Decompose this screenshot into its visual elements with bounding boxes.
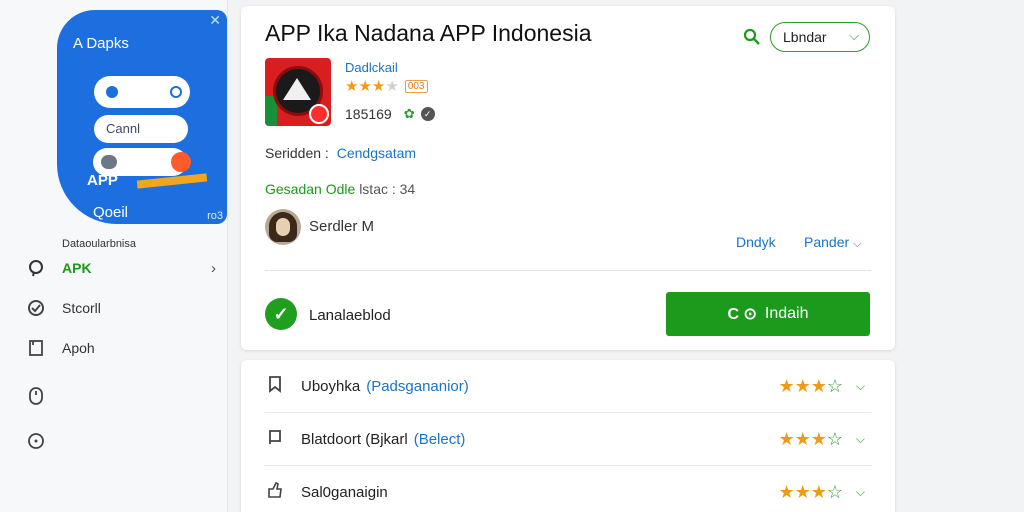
sidebar-item-clock[interactable]	[26, 428, 216, 454]
chevron-down-icon[interactable]: ⌵	[856, 379, 865, 394]
download-count-row: 185169 ✿ ✓	[345, 106, 435, 122]
shield-icon	[26, 298, 46, 318]
sidebar-item-stcorll[interactable]: Stcorll	[26, 295, 216, 321]
status-text: Lanalaeblod	[309, 307, 391, 324]
developer-link[interactable]: Dadlckail	[345, 60, 398, 75]
sidebar-item-apk[interactable]: APK ›	[26, 255, 216, 281]
promo-field-label: Cannl	[106, 121, 140, 136]
search-icon[interactable]	[743, 28, 761, 51]
bookmark-icon	[265, 375, 285, 398]
star-empty-icon: ★	[385, 78, 399, 95]
toggle-pill	[94, 76, 190, 108]
star-icon: ★	[810, 429, 827, 449]
document-icon	[26, 338, 46, 358]
dot-icon	[106, 86, 118, 98]
check-icon: ✓	[265, 298, 297, 330]
star-outline-icon: ☆	[826, 482, 843, 502]
chevron-down-icon: ⌵	[849, 28, 859, 43]
language-dropdown[interactable]: Lbndar ⌵	[770, 22, 870, 52]
verified-icon: ✿	[403, 106, 415, 121]
flag-icon	[265, 428, 285, 451]
close-icon[interactable]: ✕	[209, 12, 221, 29]
list-item[interactable]: Uboyhka (Padsgananior) ★ ★ ★ ☆ ⌵	[265, 360, 871, 412]
promo-field: Cannl	[94, 115, 188, 143]
star-icon: ★	[358, 78, 372, 95]
sidebar: A Dapks ✕ Cannl APP Qoeil ro3 Dataoularb…	[0, 0, 228, 512]
size-label: Seridden :	[265, 145, 329, 161]
promo-banner[interactable]: A Dapks ✕ Cannl APP Qoeil ro3	[57, 10, 227, 224]
item-rating: ★ ★ ★ ☆	[778, 377, 843, 395]
star-icon: ★	[810, 376, 827, 396]
star-icon: ★	[794, 376, 811, 396]
list-item[interactable]: Blatdoort (Bjkarl (Belect) ★ ★ ★ ☆ ⌵	[265, 413, 871, 465]
badge-icon	[309, 104, 329, 124]
badge-icon	[171, 152, 191, 172]
list-item-title: Blatdoort (Bjkarl	[301, 430, 408, 448]
info-icon[interactable]: ✓	[420, 107, 435, 121]
chevron-down-icon[interactable]: ⌵	[856, 485, 865, 500]
sidebar-item-label: APK	[62, 260, 92, 276]
install-label: Indaih	[764, 305, 809, 322]
list-item-subtitle[interactable]: (Padsgananior)	[366, 378, 469, 395]
review-list: Uboyhka (Padsgananior) ★ ★ ★ ☆ ⌵ Blatdoort …	[241, 360, 895, 512]
star-icon: ★	[794, 482, 811, 502]
sidebar-item-label: Apoh	[62, 340, 95, 356]
list-item[interactable]: Sal0ganaigin ★ ★ ★ ☆ ⌵	[265, 466, 871, 512]
chevron-down-icon: ⌵	[853, 238, 862, 250]
sidebar-item-apoh[interactable]: Apoh	[26, 335, 216, 361]
list-item-subtitle[interactable]: (Belect)	[414, 431, 466, 448]
language-label: Lbndar	[783, 29, 827, 45]
link-dndyk[interactable]: Dndyk	[736, 234, 776, 250]
star-icon: ★	[371, 78, 386, 95]
star-outline-icon: ☆	[826, 376, 843, 396]
info-value: lstac : 34	[359, 181, 416, 197]
link-pander[interactable]: Pander ⌵	[804, 234, 862, 251]
sidebar-item-label: Stcorll	[62, 300, 101, 316]
author-name[interactable]: Serdler M	[309, 218, 374, 235]
star-icon: ★	[345, 78, 359, 95]
avatar[interactable]	[265, 209, 301, 245]
list-item-title: Uboyhka	[301, 377, 361, 395]
chevron-down-icon[interactable]: ⌵	[856, 432, 865, 447]
size-value[interactable]: Cendgsatam	[337, 145, 416, 161]
switch-knob	[101, 155, 117, 169]
refresh-icon: C ⊙	[727, 306, 757, 323]
star-icon: ★	[794, 429, 811, 449]
promo-corner-label: ro3	[207, 210, 223, 222]
size-info: Seridden : Cendgsatam	[265, 145, 416, 161]
star-icon: ★	[778, 376, 795, 396]
item-rating: ★ ★ ★ ☆	[778, 483, 843, 501]
thumb-icon	[265, 481, 285, 504]
app-detail-card: APP Ika Nadana APP Indonesia Lbndar ⌵ Da…	[241, 6, 895, 350]
rating-badge: 003	[404, 80, 428, 93]
promo-app-label: APP	[87, 172, 118, 189]
list-item-title: Sal0ganaigin	[301, 483, 388, 501]
install-button[interactable]: C ⊙ Indaih	[666, 292, 870, 336]
divider	[265, 270, 871, 271]
star-icon: ★	[778, 429, 795, 449]
app-icon	[265, 58, 331, 126]
extra-info: Gesadan Odle lstac : 34	[265, 181, 415, 197]
star-outline-icon: ☆	[826, 429, 843, 449]
apk-icon	[26, 258, 46, 278]
download-count: 185169	[345, 106, 392, 122]
chevron-right-icon: ›	[211, 259, 216, 277]
page-title: APP Ika Nadana APP Indonesia	[265, 20, 592, 46]
mouse-icon	[26, 386, 46, 406]
sidebar-caption: Dataoularbnisa	[62, 238, 136, 250]
link-pander-label: Pander	[804, 234, 850, 250]
star-icon: ★	[810, 482, 827, 502]
radio-icon	[170, 86, 182, 98]
info-label: Gesadan Odle	[265, 181, 356, 197]
star-icon: ★	[778, 482, 795, 502]
sidebar-item-mouse[interactable]	[26, 383, 216, 409]
promo-brand: A Dapks	[73, 35, 129, 52]
app-rating: ★ ★ ★ ★ 003	[345, 79, 428, 94]
item-rating: ★ ★ ★ ☆	[778, 430, 843, 448]
promo-footer: Qoeil	[93, 204, 129, 221]
clock-icon	[26, 431, 46, 451]
